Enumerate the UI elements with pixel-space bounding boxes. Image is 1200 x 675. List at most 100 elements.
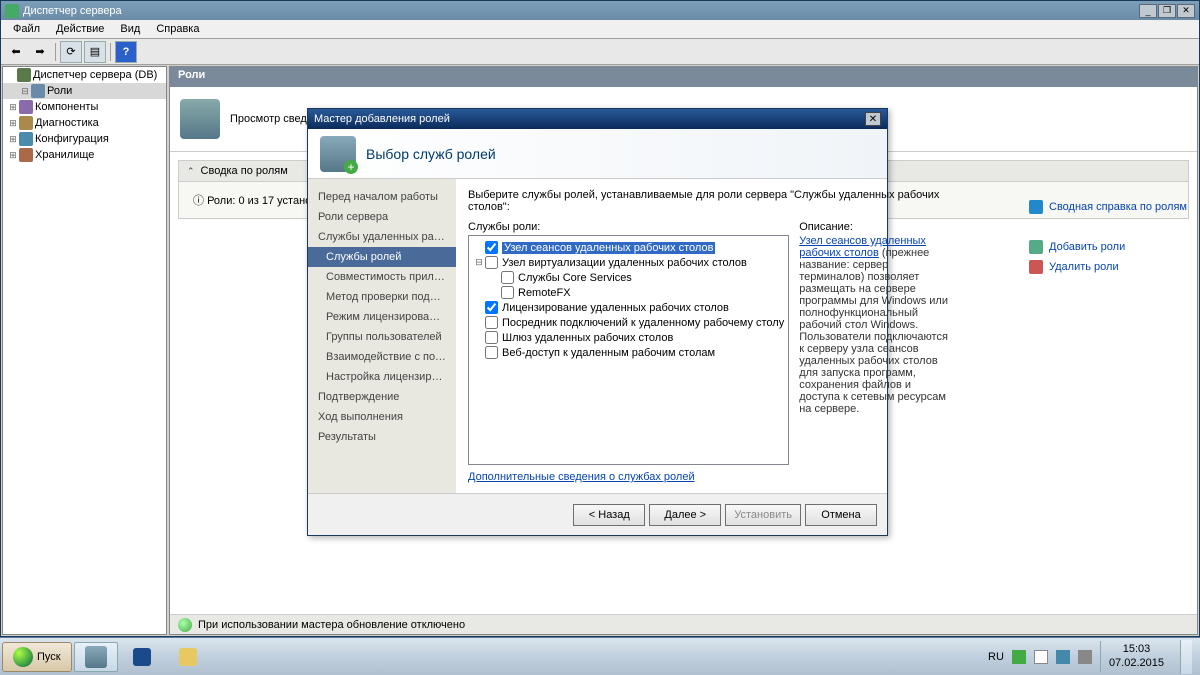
nav-auth-method[interactable]: Метод проверки подлинности [308,287,456,307]
help-button[interactable]: ? [115,41,137,63]
service-remotefx[interactable]: RemoteFX [473,285,784,300]
navigation-tree[interactable]: Диспетчер сервера (DB) ⊟Роли ⊞Компоненты… [2,66,167,635]
service-gateway[interactable]: Шлюз удаленных рабочих столов [473,330,784,345]
checkbox-remotefx[interactable] [501,286,514,299]
show-desktop-button[interactable] [1180,640,1192,674]
nav-interaction[interactable]: Взаимодействие с пользова... [308,347,456,367]
desc-text: (прежнее название: сервер терминалов) по… [799,247,948,415]
nav-back-button[interactable]: ⬅ [5,41,27,63]
wizard-title: Мастер добавления ролей [314,113,450,125]
system-tray: RU 15:03 07.02.2015 [982,640,1198,674]
taskbar: Пуск RU 15:03 07.02.2015 [0,637,1200,675]
nav-results[interactable]: Результаты [308,427,456,447]
tray-action-icon[interactable] [1034,650,1048,664]
checkbox-virt-host[interactable] [485,256,498,269]
description-column: Описание: Узел сеансов удаленных рабочих… [799,221,949,483]
role-services-list[interactable]: Узел сеансов удаленных рабочих столов ⊟У… [468,235,789,465]
menu-help[interactable]: Справка [148,21,207,37]
next-button[interactable]: Далее > [649,504,721,526]
desc-label: Описание: [799,221,949,233]
tray-network-icon[interactable] [1056,650,1070,664]
nav-before-begin[interactable]: Перед началом работы [308,187,456,207]
language-indicator[interactable]: RU [988,651,1004,663]
service-broker[interactable]: Посредник подключений к удаленному рабоч… [473,315,784,330]
checkbox-broker[interactable] [485,316,498,329]
wizard-body: Перед началом работы Роли сервера Службы… [308,179,887,493]
status-icon [178,618,192,632]
toolbar: ⬅ ➡ ⟳ ▤ ? [1,39,1199,65]
menu-file[interactable]: Файл [5,21,48,37]
checkbox-session-host[interactable] [485,241,498,254]
add-roles-link[interactable]: Добавить роли [1029,237,1189,257]
minimize-button[interactable]: _ [1139,4,1157,18]
service-licensing[interactable]: Лицензирование удаленных рабочих столов [473,300,784,315]
clock-date: 07.02.2015 [1109,657,1164,670]
close-button[interactable]: ✕ [1177,4,1195,18]
menu-view[interactable]: Вид [112,21,148,37]
wizard-button-row: < Назад Далее > Установить Отмена [308,493,887,535]
maximize-button[interactable]: ❐ [1158,4,1176,18]
nav-progress[interactable]: Ход выполнения [308,407,456,427]
tray-sound-icon[interactable] [1078,650,1092,664]
nav-lic-config[interactable]: Настройка лицензирования ... [308,367,456,387]
nav-user-groups[interactable]: Группы пользователей [308,327,456,347]
properties-button[interactable]: ▤ [84,41,106,63]
nav-server-roles[interactable]: Роли сервера [308,207,456,227]
service-core[interactable]: Службы Core Services [473,270,784,285]
nav-rds[interactable]: Службы удаленных рабочих ст... [308,227,456,247]
main-header: Роли [170,67,1197,87]
tree-storage[interactable]: ⊞Хранилище [3,147,166,163]
tree-configuration[interactable]: ⊞Конфигурация [3,131,166,147]
tray-flag-icon[interactable] [1012,650,1026,664]
tree-roles[interactable]: ⊟Роли [3,83,166,99]
wizard-titlebar[interactable]: Мастер добавления ролей ✕ [308,109,887,129]
wizard-heading: Выбор служб ролей [366,146,496,162]
roles-icon [180,99,220,139]
nav-app-compat[interactable]: Совместимость приложений [308,267,456,287]
role-services-column: Службы роли: Узел сеансов удаленных рабо… [468,221,789,483]
service-web[interactable]: Веб-доступ к удаленным рабочим столам [473,345,784,360]
checkbox-gateway[interactable] [485,331,498,344]
summary-title: Сводка по ролям [201,165,288,177]
window-title: Диспетчер сервера [23,5,122,17]
checkbox-core[interactable] [501,271,514,284]
clock-time: 15:03 [1109,643,1164,656]
status-bar: При использовании мастера обновление отк… [170,614,1197,634]
taskbar-server-manager[interactable] [74,642,118,672]
tree-root[interactable]: Диспетчер сервера (DB) [3,67,166,83]
start-label: Пуск [37,651,61,663]
nav-lic-mode[interactable]: Режим лицензирования [308,307,456,327]
service-virt-host[interactable]: ⊟Узел виртуализации удаленных рабочих ст… [473,255,784,270]
windows-orb-icon [13,647,33,667]
refresh-button[interactable]: ⟳ [60,41,82,63]
menubar: Файл Действие Вид Справка [1,20,1199,39]
cancel-button[interactable]: Отмена [805,504,877,526]
tree-diagnostics[interactable]: ⊞Диагностика [3,115,166,131]
remove-roles-link[interactable]: Удалить роли [1029,257,1189,277]
taskbar-explorer[interactable] [166,642,210,672]
wizard-instruction: Выберите службы ролей, устанавливаемые д… [468,189,949,213]
tree-components[interactable]: ⊞Компоненты [3,99,166,115]
nav-confirm[interactable]: Подтверждение [308,387,456,407]
add-roles-wizard: Мастер добавления ролей ✕ Выбор служб ро… [307,108,888,536]
summary-help-link[interactable]: Сводная справка по ролям [1029,197,1189,217]
clock[interactable]: 15:03 07.02.2015 [1100,641,1172,671]
nav-role-services[interactable]: Службы ролей [308,247,456,267]
menu-action[interactable]: Действие [48,21,112,37]
checkbox-licensing[interactable] [485,301,498,314]
wizard-icon [320,136,356,172]
install-button: Установить [725,504,801,526]
remove-icon [1029,260,1043,274]
more-info-link[interactable]: Дополнительные сведения о службах ролей [468,471,789,483]
back-button[interactable]: < Назад [573,504,645,526]
nav-forward-button[interactable]: ➡ [29,41,51,63]
wizard-close-button[interactable]: ✕ [865,112,881,126]
titlebar[interactable]: Диспетчер сервера _ ❐ ✕ [1,1,1199,20]
checkbox-web[interactable] [485,346,498,359]
status-text: При использовании мастера обновление отк… [198,619,465,631]
taskbar-powershell[interactable] [120,642,164,672]
service-session-host[interactable]: Узел сеансов удаленных рабочих столов [473,240,784,255]
collapse-icon: ⌃ [187,166,195,177]
wizard-header: Выбор служб ролей [308,129,887,179]
start-button[interactable]: Пуск [2,642,72,672]
